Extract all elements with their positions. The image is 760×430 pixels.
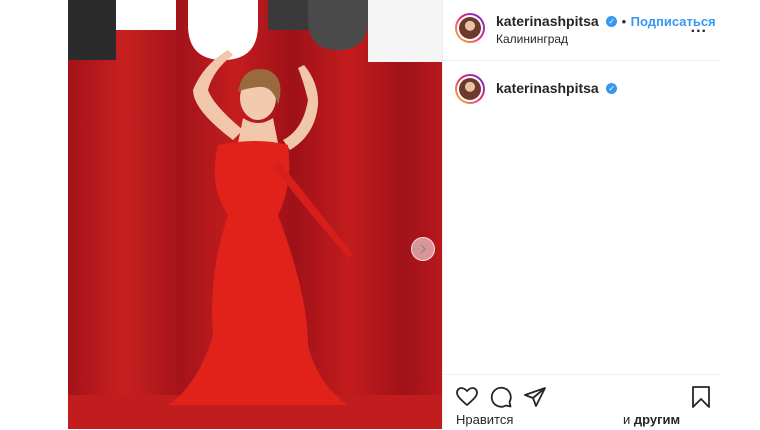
caption-avatar[interactable] (455, 74, 485, 104)
post-actions: Нравится и другим (443, 374, 719, 430)
bookmark-icon[interactable] (689, 385, 713, 409)
header-separator: • (621, 14, 627, 29)
post-header: katerinashpitsa ✓ • Подписаться Калининг… (443, 0, 719, 61)
post-photo[interactable] (68, 0, 442, 429)
caption-username[interactable]: katerinashpitsa (496, 80, 599, 96)
verified-icon: ✓ (606, 83, 618, 95)
post-location[interactable]: Калининград (496, 32, 568, 46)
likes-others: другим (633, 412, 681, 427)
avatar[interactable] (455, 13, 485, 43)
chevron-right-icon (420, 244, 426, 254)
share-icon[interactable] (523, 385, 547, 409)
comment-icon[interactable] (489, 385, 513, 409)
photo-illustration (68, 0, 442, 429)
heart-icon[interactable] (455, 385, 479, 409)
likes-label-left[interactable]: Нравится (456, 412, 513, 427)
carousel-next-button[interactable] (411, 237, 435, 261)
verified-icon: ✓ (606, 16, 618, 28)
likes-prefix: и (623, 412, 631, 427)
likes-label-right[interactable]: и другим (623, 412, 680, 427)
post-side-panel: katerinashpitsa ✓ • Подписаться Калининг… (442, 0, 719, 429)
header-username[interactable]: katerinashpitsa (496, 13, 599, 29)
more-options-button[interactable]: ... (691, 19, 707, 37)
